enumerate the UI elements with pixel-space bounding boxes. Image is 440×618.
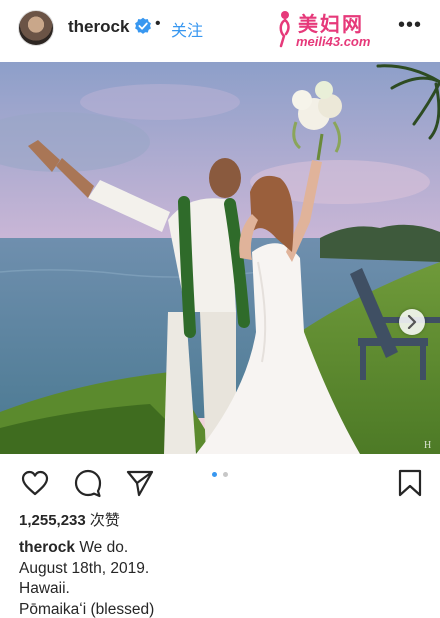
caption-username[interactable]: therock [19,539,75,556]
likes-unit: 次赞 [89,512,120,529]
send-icon[interactable] [125,468,155,498]
post-caption: therock We do. August 18th, 2019. Hawaii… [19,538,154,618]
username[interactable]: therock [68,17,129,37]
caption-line-1: therock We do. [19,538,154,559]
watermark-title: 美妇网 [298,12,364,36]
chevron-right-icon [407,315,417,329]
watermark-figure-icon [279,11,290,48]
likes-number: 1,255,233 [19,512,86,529]
carousel-dot-active [212,472,217,477]
avatar[interactable] [18,10,54,46]
bookmark-icon[interactable] [395,468,425,498]
caption-line-2: August 18th, 2019. [19,559,150,577]
caption-text: We do. [79,539,129,556]
carousel-dot [223,472,228,477]
wedding-photo-image: H [0,62,440,454]
separator-dot: • [155,15,161,32]
action-bar [0,460,440,504]
likes-count[interactable]: 1,255,233 次赞 [19,509,120,530]
caption-line-4: Pōmaikaʻi (blessed) [19,600,155,618]
carousel-next-button[interactable] [399,309,425,335]
watermark-url: meili43.com [296,34,371,49]
post-header: therock • 关注 美妇网 meili43.com ••• [0,0,440,56]
carousel-indicator [212,472,232,478]
follow-button[interactable]: 关注 [171,17,203,41]
caption-line-3: Hawaii. [19,580,70,597]
watermark-logo: 美妇网 meili43.com [274,8,394,50]
svg-text:H: H [424,440,431,451]
heart-icon[interactable] [20,468,50,498]
verified-badge-icon [135,17,151,34]
comment-icon[interactable] [73,468,103,498]
post-photo[interactable]: H [0,62,440,454]
more-options-button[interactable]: ••• [398,14,422,37]
